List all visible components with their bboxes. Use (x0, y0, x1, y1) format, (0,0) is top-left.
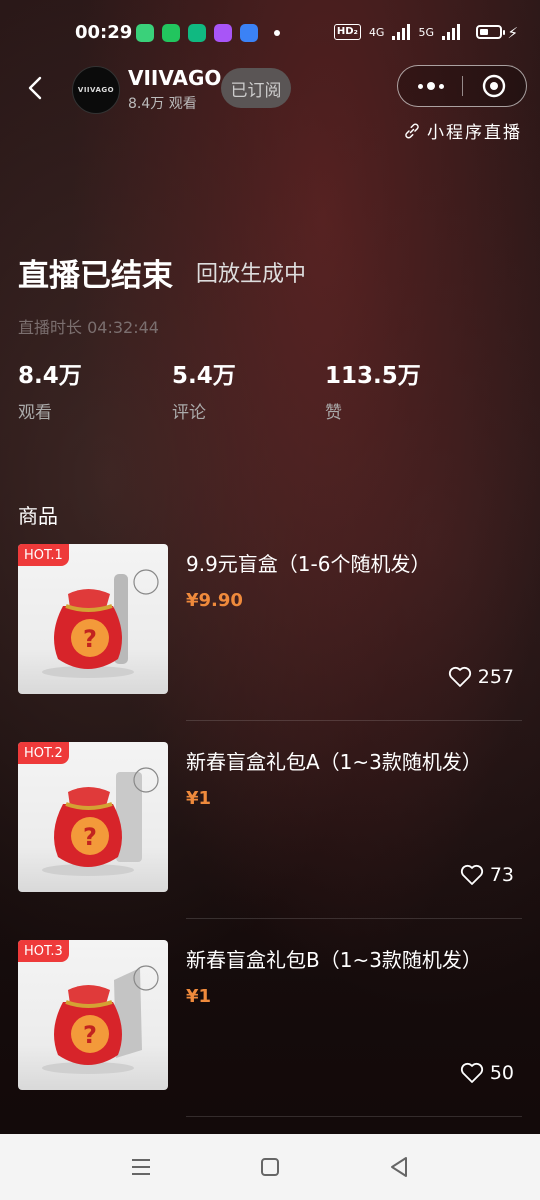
notification-dot-icon (274, 30, 280, 36)
app-icon-2 (162, 24, 180, 42)
stat-label: 观看 (18, 403, 52, 423)
mini-program-live-link[interactable]: 小程序直播 (403, 118, 522, 143)
heart-icon (460, 864, 483, 885)
home-icon[interactable] (257, 1154, 283, 1180)
signal-icon (392, 24, 411, 40)
product-image[interactable]: HOT.3 ? (18, 940, 168, 1090)
blind-bag-icon: ? (42, 767, 159, 876)
subscribed-label: 已订阅 (230, 80, 282, 101)
product-name[interactable]: 新春盲盒礼包B（1~3款随机发） (186, 944, 482, 973)
stat-value: 8.4万 (18, 363, 82, 389)
charging-icon: ⚡ (507, 24, 518, 42)
stat-views: 8.4万 观看 (18, 356, 82, 423)
product-item[interactable]: HOT.2 ? 新春盲盒礼包A（1~3款随机发） ¥1 73 (18, 742, 522, 940)
capsule-divider (462, 76, 463, 96)
stat-label: 赞 (325, 403, 342, 423)
stat-label: 评论 (172, 403, 206, 423)
back-arrow-icon[interactable] (24, 76, 48, 100)
blind-bag-icon: ? (42, 569, 159, 678)
replay-status: 回放生成中 (196, 262, 307, 287)
like-button[interactable]: 257 (448, 666, 514, 688)
like-count: 50 (489, 1062, 514, 1084)
products-section-title: 商品 (18, 504, 58, 528)
heart-icon (460, 1062, 483, 1083)
like-count: 73 (489, 864, 514, 886)
back-nav-icon[interactable] (386, 1154, 412, 1180)
network-4g-label: 4G (368, 25, 385, 39)
app-icon-5 (240, 24, 258, 42)
system-nav-bar (0, 1134, 540, 1200)
recent-apps-icon[interactable] (128, 1154, 154, 1180)
shop-name[interactable]: VIIVAGO (128, 66, 221, 90)
hot-badge: HOT.3 (18, 940, 69, 962)
app-icon-3 (188, 24, 206, 42)
mini-program-live-label: 小程序直播 (427, 123, 522, 143)
signal-icon-2 (442, 24, 460, 40)
product-price: ¥1 (186, 788, 212, 809)
status-bar: 00:29 HD₂ 4G 5G ⚡ (0, 0, 540, 68)
like-count: 257 (477, 666, 514, 688)
divider (186, 1116, 522, 1117)
divider (186, 720, 522, 721)
shop-views: 8.4万 观看 (128, 96, 197, 112)
like-button[interactable]: 50 (460, 1062, 514, 1084)
svg-text:?: ? (83, 823, 97, 851)
divider (186, 918, 522, 919)
avatar-logo-text: VIIVAGO (77, 86, 115, 94)
subscribed-button[interactable]: 已订阅 (221, 68, 291, 108)
svg-text:?: ? (83, 625, 97, 653)
stat-value: 113.5万 (325, 363, 421, 389)
hd-badge: HD₂ (333, 24, 361, 40)
live-ended-title: 直播已结束 (18, 258, 173, 294)
product-item[interactable]: HOT.3 ? 新春盲盒礼包B（1~3款随机发） ¥1 50 (18, 940, 522, 1138)
shop-avatar[interactable]: VIIVAGO (72, 66, 120, 114)
heart-icon (448, 666, 471, 687)
stat-comments: 5.4万 评论 (172, 356, 236, 423)
product-image[interactable]: HOT.2 ? (18, 742, 168, 892)
page: 00:29 HD₂ 4G 5G ⚡ VIIVAGO VIIVAGO 8.4万 观… (0, 0, 540, 1200)
stat-likes: 113.5万 赞 (325, 356, 421, 423)
svg-text:?: ? (83, 1021, 97, 1049)
status-time: 00:29 (75, 22, 133, 43)
link-icon (405, 122, 419, 139)
product-price: ¥1 (186, 986, 212, 1007)
network-5g-label: 5G (418, 25, 434, 39)
mini-program-capsule (397, 65, 527, 107)
product-name[interactable]: 9.9元盲盒（1-6个随机发） (186, 548, 430, 577)
app-icon-1 (136, 24, 154, 42)
blind-bag-icon: ? (42, 965, 159, 1074)
product-item[interactable]: HOT.1 ? 9.9元盲盒（1-6个随机发） ¥9.90 257 (18, 544, 522, 742)
stat-value: 5.4万 (172, 363, 236, 389)
app-icon-4 (214, 24, 232, 42)
battery-icon (476, 25, 505, 39)
product-image[interactable]: HOT.1 ? (18, 544, 168, 694)
product-price: ¥9.90 (186, 590, 243, 611)
status-indicators: HD₂ 4G 5G (333, 24, 460, 40)
hot-badge: HOT.1 (18, 544, 69, 566)
live-duration: 直播时长 04:32:44 (18, 318, 159, 337)
more-options-icon[interactable] (416, 77, 446, 95)
hot-badge: HOT.2 (18, 742, 69, 764)
product-name[interactable]: 新春盲盒礼包A（1~3款随机发） (186, 746, 482, 775)
like-button[interactable]: 73 (460, 864, 514, 886)
close-mini-program-icon[interactable] (482, 74, 506, 98)
